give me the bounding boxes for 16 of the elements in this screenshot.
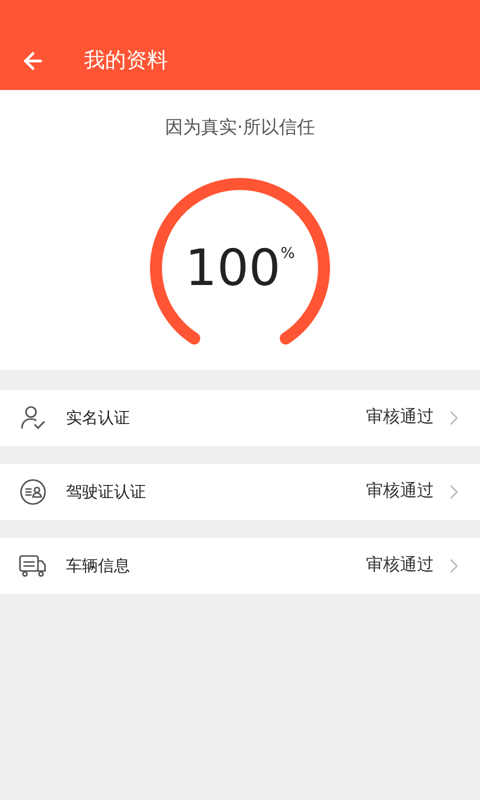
- row-label: 实名认证: [66, 407, 130, 429]
- row-status: 审核通过: [366, 406, 434, 430]
- truck-icon: [18, 553, 48, 579]
- user-check-icon: [19, 404, 47, 432]
- slogan-text: 因为真实·所以信任: [165, 116, 315, 140]
- list-row[interactable]: 驾驶证认证 审核通过: [0, 464, 480, 520]
- id-card-icon: [19, 478, 47, 506]
- progress-value: 100: [185, 243, 281, 293]
- page-title: 我的资料: [84, 47, 168, 74]
- row-status: 审核通过: [366, 554, 434, 578]
- row-label: 车辆信息: [66, 555, 130, 577]
- row-status: 审核通过: [366, 480, 434, 504]
- list-row[interactable]: 实名认证 审核通过: [0, 390, 480, 446]
- row-label: 驾驶证认证: [66, 481, 146, 503]
- list-row[interactable]: 车辆信息 审核通过: [0, 538, 480, 594]
- percent-unit: %: [280, 243, 295, 264]
